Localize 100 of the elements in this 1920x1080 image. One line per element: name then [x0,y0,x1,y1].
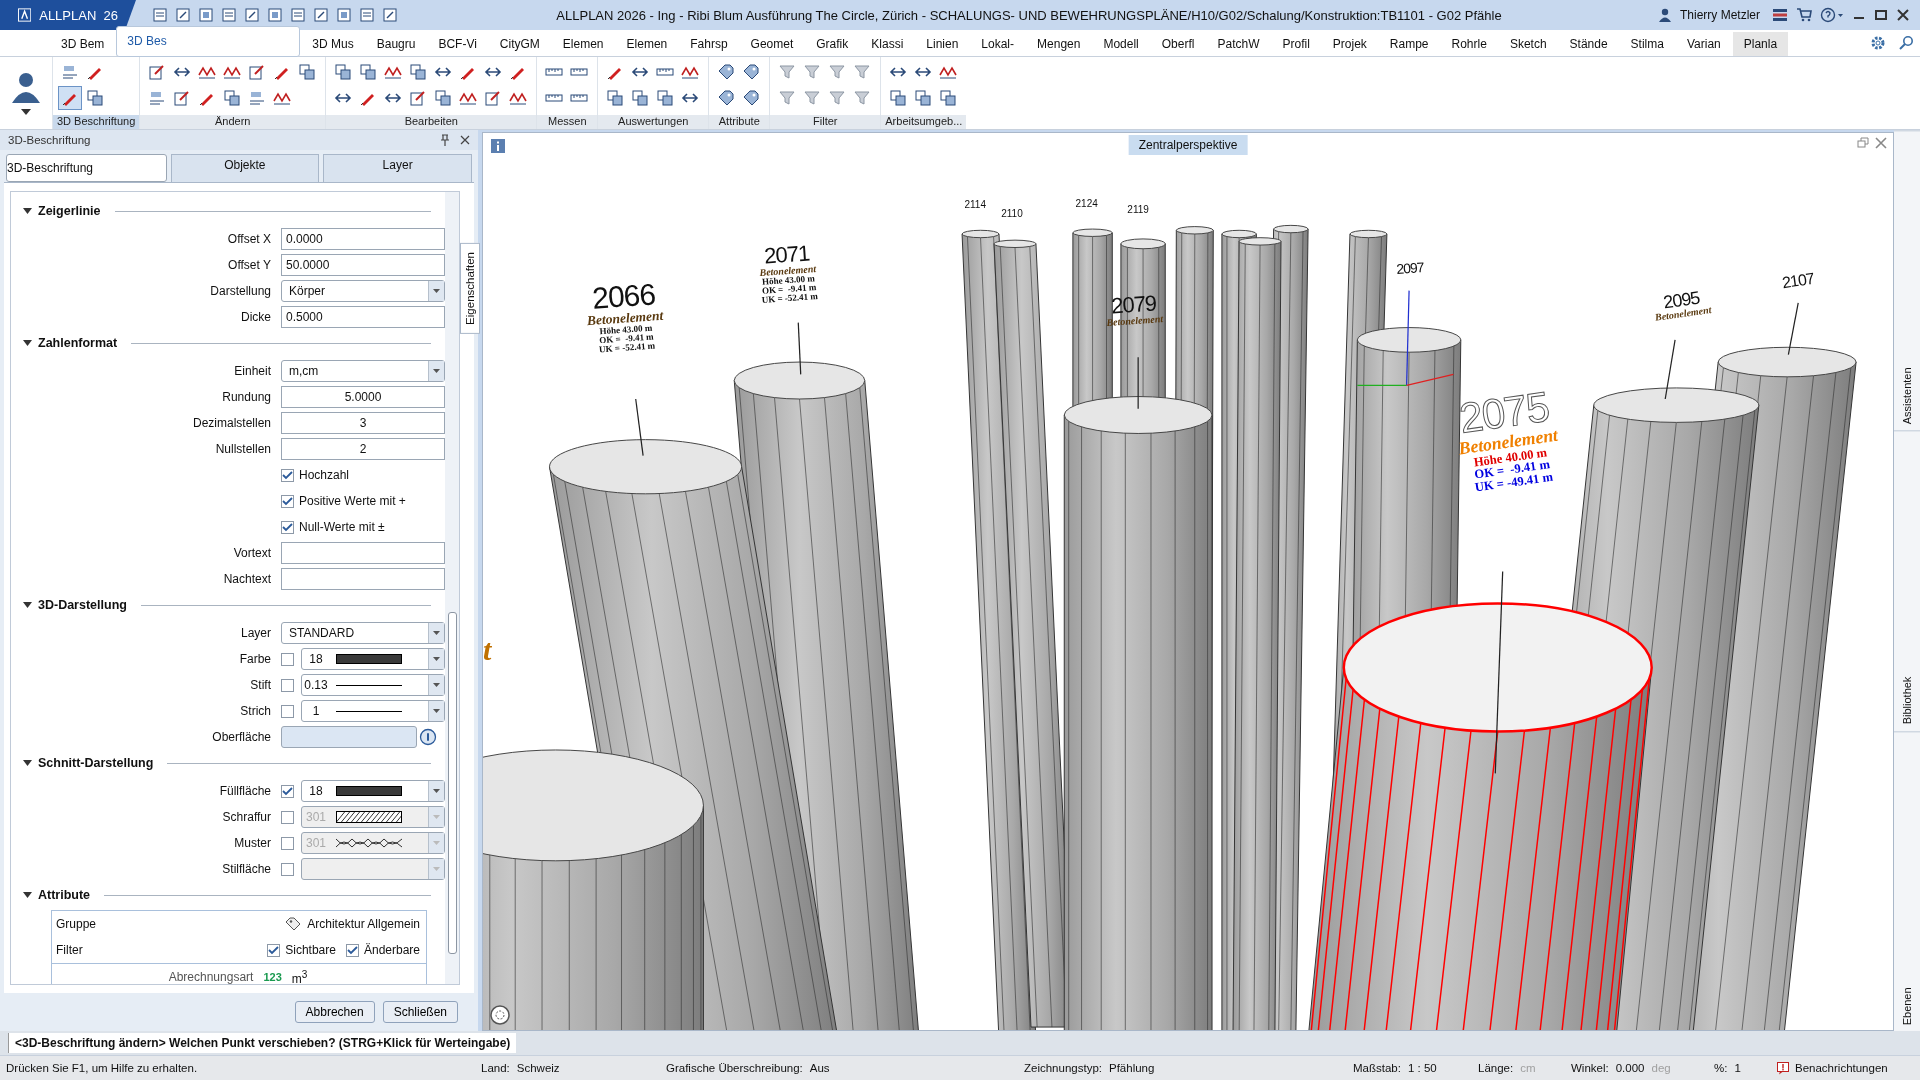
checkbox[interactable] [281,784,294,798]
ribbon-tab[interactable]: Linien [915,32,970,56]
checkbox[interactable] [281,678,294,692]
dropdown[interactable]: 1 [301,700,445,722]
ribbon-tab[interactable]: CityGM [488,32,551,56]
search-icon[interactable] [1898,35,1914,51]
ribbon-tab[interactable]: Varian [1675,32,1732,56]
ribbon-tab[interactable]: Oberfl [1150,32,1206,56]
pin-icon[interactable] [440,134,450,146]
checkbox[interactable] [281,704,294,718]
dropdown[interactable]: Körper [281,280,445,302]
ribbon-tab[interactable]: Elemen [615,32,679,56]
side-tab[interactable]: Eigenschaften [460,243,480,334]
close-icon[interactable] [1896,8,1910,22]
input-field[interactable]: 2 [281,438,445,460]
checkbox[interactable] [281,520,294,534]
toolbar-icon[interactable] [359,7,377,23]
ribbon-tab[interactable]: Rohrle [1440,32,1498,56]
ribbon-tab[interactable]: BCF-Vi [427,32,488,56]
dialog-button[interactable]: Abbrechen [294,1001,375,1023]
info-icon[interactable] [491,139,505,153]
input-field[interactable]: 50.0000 [281,254,445,276]
toolbar-icon[interactable] [221,7,239,23]
tool-button[interactable] [58,86,82,110]
input-field[interactable]: 3 [281,412,445,434]
panel-tab[interactable]: Objekte [170,154,320,182]
toolbar-icon[interactable] [313,7,331,23]
input-field[interactable]: 0.5000 [281,306,445,328]
ribbon-tab[interactable]: Fahrsp [679,32,739,56]
side-tab[interactable]: Assistenten [1894,130,1920,431]
ribbon-tab[interactable]: Klassi [860,32,915,56]
toolbar-icon[interactable] [382,7,400,23]
scrollbar[interactable] [445,192,459,984]
toolbar-icon[interactable] [198,7,216,23]
restore-icon[interactable] [1857,137,1869,149]
dropdown[interactable]: STANDARD [281,622,445,644]
checkbox[interactable] [281,494,294,508]
group-value[interactable]: Architektur Allgemein [307,917,420,931]
panel-tab[interactable]: Layer [323,154,472,182]
ribbon-tab[interactable]: Baugru [365,32,427,56]
section-header[interactable]: Attribute [23,884,445,906]
checkbox[interactable] [267,943,281,957]
ribbon-tab[interactable]: PatchW [1206,32,1271,56]
input-field[interactable]: 5.0000 [281,386,445,408]
toolbar-icon[interactable] [152,7,170,23]
input-field[interactable] [281,542,445,564]
ribbon-tab[interactable]: Rampe [1378,32,1440,56]
settings-icon[interactable] [1870,35,1886,51]
toolbar-icon[interactable] [175,7,193,23]
panel-tab[interactable]: 3D-Beschriftung [6,154,167,182]
ribbon-tab[interactable]: Modell [1092,32,1150,56]
user-icon[interactable] [1658,8,1672,22]
input-field[interactable]: 0.0000 [281,228,445,250]
section-header[interactable]: Zeigerlinie [23,200,445,222]
info-button-icon[interactable] [419,728,437,746]
checkbox[interactable] [281,468,294,482]
section-header[interactable]: Schnitt-Darstellung [23,752,445,774]
tag-icon [742,63,761,81]
toolbar-icon[interactable] [336,7,354,23]
ribbon-tab[interactable]: 3D Mus [301,32,365,56]
close-icon[interactable] [460,135,470,145]
surface-field[interactable] [281,726,417,748]
checkbox[interactable] [345,943,359,957]
ribbon-tab[interactable]: Geomet [739,32,805,56]
ribbon-tab[interactable]: Grafik [805,32,860,56]
ribbon-tab[interactable]: Profil [1271,32,1321,56]
side-tab[interactable]: Ebenen [1894,730,1920,1031]
layers-icon[interactable] [1772,8,1788,22]
dropdown[interactable]: 18 [301,780,445,802]
ribbon-tab[interactable]: Sketch [1498,32,1558,56]
dropdown[interactable]: 0.13 [301,674,445,696]
viewport[interactable] [482,132,1894,1031]
ribbon-tab[interactable]: Elemen [551,32,615,56]
dropdown[interactable]: 18 [301,648,445,670]
toolbar-icon[interactable] [290,7,308,23]
section-header[interactable]: Zahlenformat [23,332,445,354]
ribbon-tab[interactable]: Lokal- [970,32,1026,56]
app-logo-badge[interactable]: ALLPLAN 26 [0,0,136,30]
dialog-button[interactable]: Schließen [382,1001,458,1023]
notifications-button[interactable]: Benachrichtungen [1777,1061,1888,1075]
ribbon-tab[interactable]: Stilma [1619,32,1675,56]
ribbon-tab[interactable]: Projek [1321,32,1378,56]
user-name[interactable]: Thierry Metzler [1680,8,1760,22]
side-tab[interactable]: Bibliothek [1894,430,1920,731]
checkbox[interactable] [281,652,294,666]
dropdown[interactable]: m,cm [281,360,445,382]
ribbon-tab[interactable]: 3D Bes [116,26,301,57]
toolbar-icon[interactable] [244,7,262,23]
ribbon-tab[interactable]: Planla [1732,32,1789,56]
toolbar-icon[interactable] [267,7,285,23]
section-header[interactable]: 3D-Darstellung [23,594,445,616]
maximize-icon[interactable] [1874,8,1888,22]
navigation-wheel-icon[interactable] [489,1004,511,1026]
caret-icon [433,709,440,713]
input-field[interactable] [281,568,445,590]
ribbon-tab[interactable]: Stände [1558,32,1619,56]
ribbon-tab[interactable]: 3D Bem [50,32,116,56]
cart-icon[interactable] [1796,8,1812,22]
help-icon[interactable] [1820,7,1844,23]
ribbon-tab[interactable]: Mengen [1026,32,1092,56]
